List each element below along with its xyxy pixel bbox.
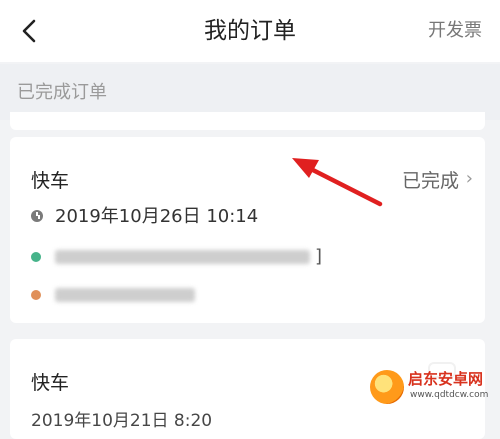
start-marker-icon	[31, 252, 41, 262]
start-location-redacted	[55, 250, 310, 264]
previous-order-card[interactable]	[10, 112, 485, 130]
watermark-url: www.qdtdcw.com	[410, 390, 489, 400]
order-type: 快车	[31, 170, 70, 192]
chevron-right-icon: ›	[465, 168, 473, 189]
order-status: 已完成	[401, 170, 459, 192]
end-location-redacted	[55, 288, 195, 302]
clock-icon	[31, 210, 43, 222]
back-button[interactable]	[14, 14, 48, 48]
page-title: 我的订单	[204, 18, 296, 44]
order-time: 2019年10月21日 8:20	[31, 411, 213, 431]
watermark-logo: 启东安卓网 www.qdtdcw.com	[370, 367, 494, 407]
order-time: 2019年10月26日 10:14	[55, 206, 259, 227]
order-type: 快车	[31, 372, 70, 394]
watermark-emblem	[370, 370, 404, 404]
watermark-title: 启东安卓网	[408, 370, 484, 388]
order-card[interactable]: 快车 已完成 › 2019年10月26日 10:14 ]	[10, 137, 485, 323]
chevron-left-icon	[22, 19, 36, 43]
start-location-suffix: ]	[315, 246, 323, 267]
navigation-bar: 我的订单 开发票	[0, 0, 500, 62]
invoice-button[interactable]: 开发票	[428, 0, 482, 62]
end-marker-icon	[31, 290, 41, 300]
